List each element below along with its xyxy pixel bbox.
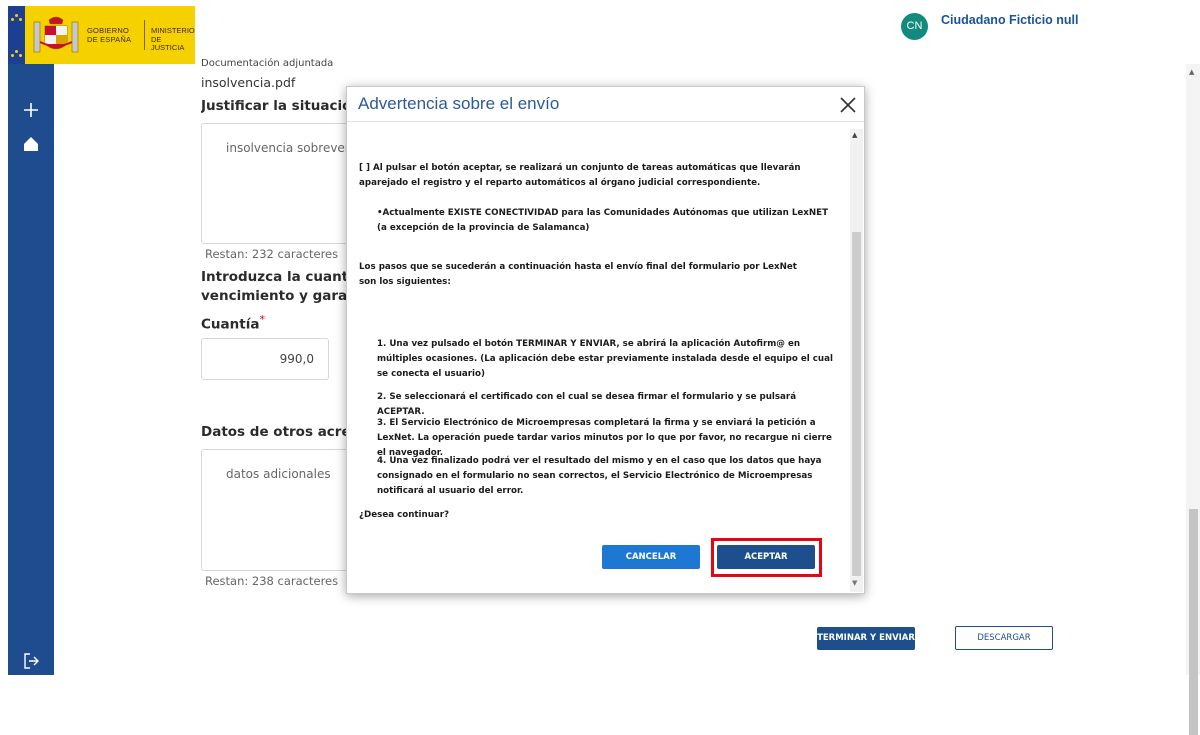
- dialog-scroll-down-icon[interactable]: ▼: [852, 579, 857, 587]
- justify-label: Justificar la situación de: [201, 98, 361, 114]
- justify-value: insolvencia sobreveni: [226, 141, 356, 155]
- amount-question-line2: vencimiento y garantía: [201, 288, 361, 304]
- dialog-body: [ ] Al pulsar el botón aceptar, se reali…: [358, 122, 849, 592]
- terminar-y-enviar-button[interactable]: TERMINAR Y ENVIAR: [817, 627, 915, 650]
- page-scrollbar-thumb[interactable]: [1189, 509, 1198, 735]
- descargar-button[interactable]: DESCARGAR: [955, 626, 1053, 650]
- other-remaining-count: Restan: 238 caracteres: [205, 574, 339, 588]
- ministerio-label: MINISTERIO DE JUSTICIA: [151, 26, 195, 52]
- dialog-paragraph-steps-intro: Los pasos que se sucederán a continuació…: [359, 262, 797, 287]
- other-creditors-label: Datos de otros acreedo: [201, 424, 361, 440]
- dialog-step-1: 1. Una vez pulsado el botón TERMINAR Y E…: [377, 339, 833, 379]
- eu-flag-icon: [8, 6, 25, 64]
- user-name[interactable]: Ciudadano Ficticio null: [941, 13, 1079, 27]
- attachment-file-link[interactable]: insolvencia.pdf: [201, 75, 295, 90]
- warning-dialog: Advertencia sobre el envío [ ] Al pulsar…: [346, 86, 865, 594]
- plus-icon[interactable]: [21, 100, 41, 120]
- required-mark: *: [259, 313, 265, 326]
- sidebar: [8, 64, 54, 675]
- amount-label: Cuantía*: [201, 313, 265, 333]
- dialog-scrollbar-thumb[interactable]: [852, 232, 861, 576]
- dialog-paragraph-intro: [ ] Al pulsar el botón aceptar, se reali…: [359, 163, 801, 188]
- form-panel: Documentación adjuntada insolvencia.pdf …: [201, 56, 361, 675]
- amount-label-text: Cuantía: [201, 316, 260, 333]
- accept-button[interactable]: ACEPTAR: [717, 545, 815, 569]
- dialog-scroll-up-icon[interactable]: ▲: [852, 131, 857, 139]
- dialog-question: ¿Desea continuar?: [359, 510, 450, 520]
- other-creditors-placeholder: datos adicionales: [226, 467, 331, 481]
- logout-icon[interactable]: [21, 651, 41, 671]
- justify-textarea[interactable]: insolvencia sobreveni: [201, 123, 361, 244]
- attachment-label: Documentación adjuntada: [201, 58, 334, 69]
- other-creditors-textarea[interactable]: datos adicionales: [201, 449, 361, 571]
- coat-of-arms-icon: [33, 16, 79, 53]
- dialog-scrollbar[interactable]: ▲ ▼: [850, 129, 863, 592]
- scroll-up-icon[interactable]: ▲: [1189, 68, 1194, 76]
- logo-divider: [144, 20, 145, 50]
- home-icon[interactable]: [21, 134, 41, 154]
- government-logo[interactable]: GOBIERNO DE ESPAÑA MINISTERIO DE JUSTICI…: [8, 6, 195, 64]
- dialog-paragraph-connectivity: •Actualmente EXISTE CONECTIVIDAD para la…: [377, 208, 829, 233]
- close-icon[interactable]: [838, 95, 858, 115]
- amount-value: 990,0: [279, 352, 314, 366]
- page-scrollbar[interactable]: ▲: [1186, 64, 1200, 735]
- dialog-step-4: 4. Una vez finalizado podrá ver el resul…: [377, 456, 822, 496]
- amount-question-line1: Introduzca la cuantía to: [201, 269, 361, 285]
- app-header: GOBIERNO DE ESPAÑA MINISTERIO DE JUSTICI…: [0, 0, 1200, 64]
- cancel-button[interactable]: CANCELAR: [602, 545, 700, 569]
- user-avatar[interactable]: CN: [901, 13, 928, 40]
- dialog-title: Advertencia sobre el envío: [358, 94, 560, 113]
- justify-remaining-count: Restan: 232 caracteres: [205, 247, 339, 261]
- amount-input[interactable]: 990,0: [201, 338, 329, 380]
- gobierno-label: GOBIERNO DE ESPAÑA: [87, 26, 132, 44]
